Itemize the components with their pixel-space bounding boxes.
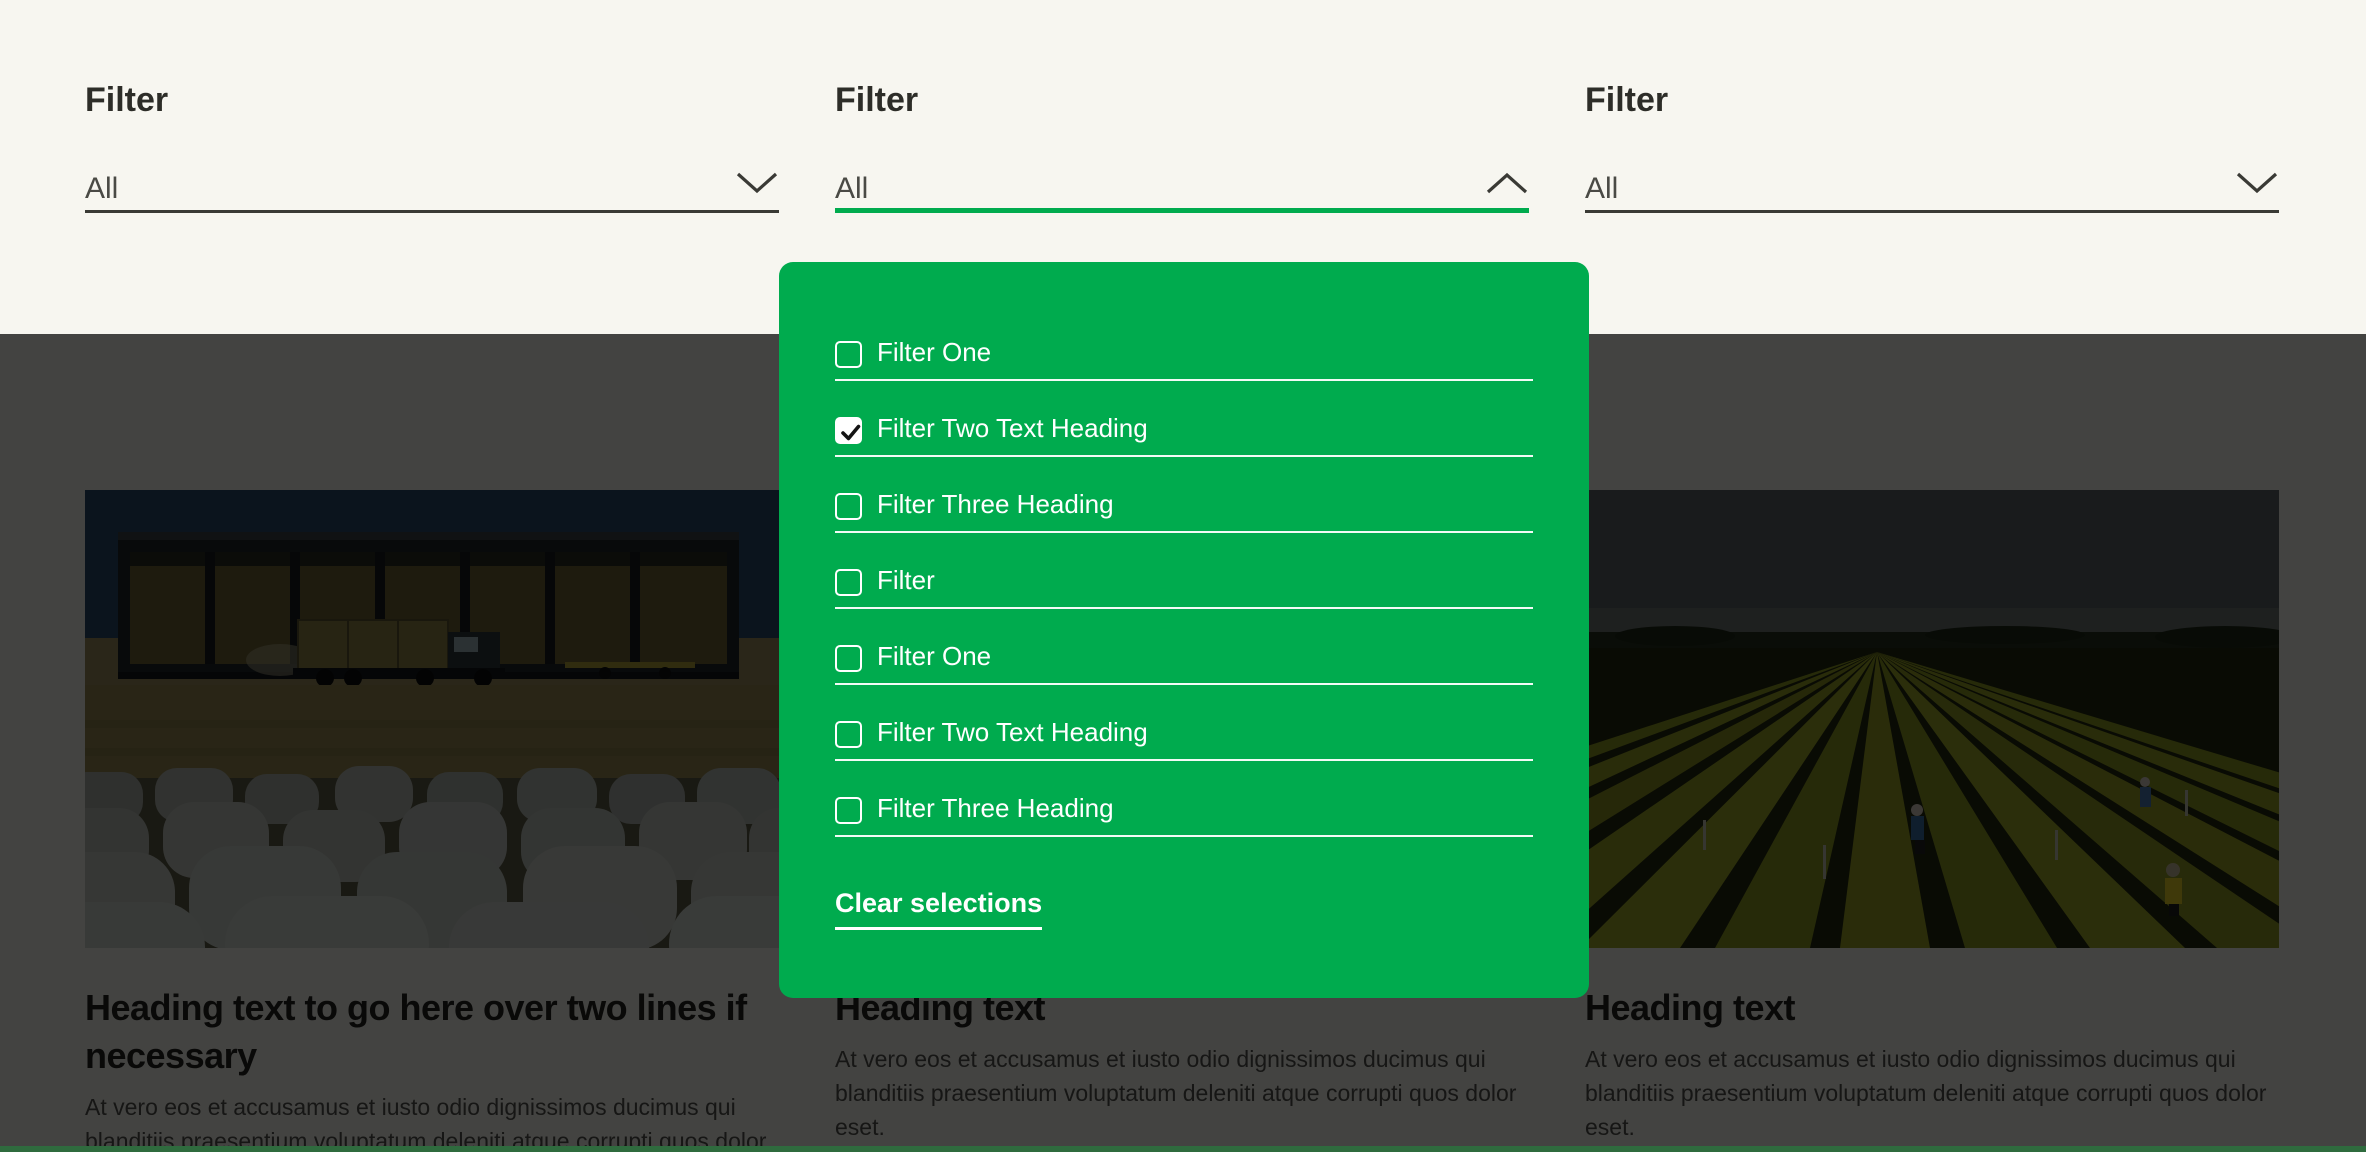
option-label: Filter Two Text Heading: [877, 716, 1148, 748]
checkbox-checked[interactable]: [835, 417, 862, 444]
filter-option-3[interactable]: Filter Three Heading: [835, 457, 1533, 533]
filter-label: Filter: [1585, 80, 2279, 120]
option-label: Filter One: [877, 336, 991, 368]
checkbox-unchecked[interactable]: [835, 493, 862, 520]
filter-select-value: All: [1585, 172, 1618, 206]
filter-option-5[interactable]: Filter One: [835, 609, 1533, 685]
filter-select-value: All: [835, 172, 868, 206]
option-label: Filter Two Text Heading: [877, 412, 1148, 444]
filter-option-2[interactable]: Filter Two Text Heading: [835, 381, 1533, 457]
chevron-down-icon: [2235, 171, 2279, 200]
footer-top-edge: [0, 1146, 2366, 1152]
filter-label: Filter: [85, 80, 779, 120]
filter-label: Filter: [835, 80, 1529, 120]
option-label: Filter One: [877, 640, 991, 672]
filter-option-1[interactable]: Filter One: [835, 305, 1533, 381]
option-label: Filter Three Heading: [877, 792, 1114, 824]
page: Filter All Filter All Filter All: [0, 0, 2366, 1152]
filter-group-2: Filter All: [835, 0, 1529, 213]
filter-group-1: Filter All: [85, 0, 779, 213]
checkbox-unchecked[interactable]: [835, 645, 862, 672]
option-label: Filter: [877, 564, 935, 596]
option-label: Filter Three Heading: [877, 488, 1114, 520]
filter-select-value: All: [85, 172, 118, 206]
chevron-up-icon: [1485, 171, 1529, 200]
filter-dropdown-panel: Filter One Filter Two Text Heading Filte…: [779, 262, 1589, 998]
checkbox-unchecked[interactable]: [835, 721, 862, 748]
filter-option-6[interactable]: Filter Two Text Heading: [835, 685, 1533, 761]
checkbox-unchecked[interactable]: [835, 569, 862, 596]
filter-select-3[interactable]: All: [1585, 150, 2279, 213]
clear-selections-button[interactable]: Clear selections: [835, 885, 1042, 930]
filter-select-1[interactable]: All: [85, 150, 779, 213]
filter-option-7[interactable]: Filter Three Heading: [835, 761, 1533, 837]
chevron-down-icon: [735, 171, 779, 200]
filter-group-3: Filter All: [1585, 0, 2279, 213]
checkbox-unchecked[interactable]: [835, 341, 862, 368]
filter-bar: Filter All Filter All Filter All: [85, 0, 2279, 213]
checkbox-unchecked[interactable]: [835, 797, 862, 824]
filter-select-2[interactable]: All: [835, 150, 1529, 213]
filter-option-4[interactable]: Filter: [835, 533, 1533, 609]
filter-options-list: Filter One Filter Two Text Heading Filte…: [835, 305, 1533, 837]
